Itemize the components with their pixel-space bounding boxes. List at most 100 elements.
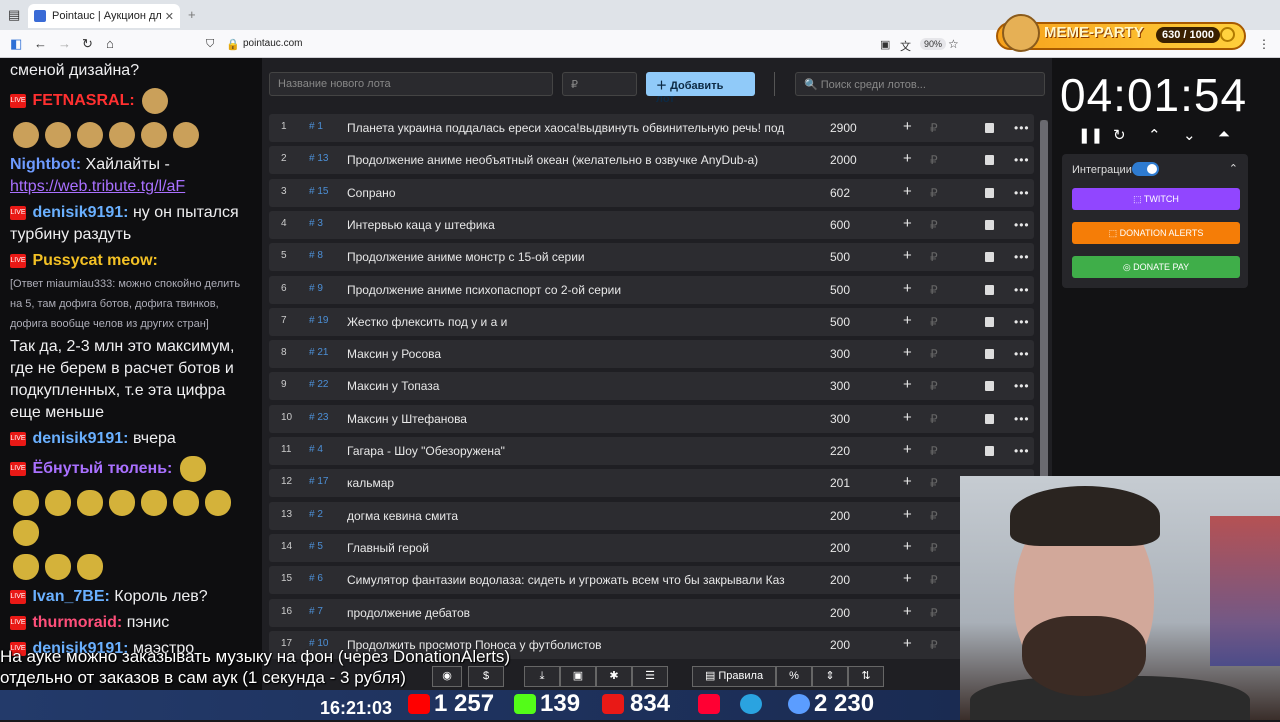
- more-icon[interactable]: •••: [1014, 379, 1030, 393]
- lot-row[interactable]: 1 # 1 Планета украина поддалась ереси хаос…: [269, 114, 1034, 142]
- lot-name[interactable]: продолжение дебатов: [347, 606, 817, 620]
- lot-name[interactable]: Жестко флексить под у и а и: [347, 315, 817, 329]
- lot-amount[interactable]: 2900: [830, 121, 870, 135]
- lot-row[interactable]: 15 # 6 Симулятор фантазии водолаза: сидеть…: [269, 566, 1034, 595]
- lot-name[interactable]: Максин у Топаза: [347, 379, 817, 393]
- lot-amount[interactable]: 201: [830, 476, 870, 490]
- lot-search-input[interactable]: 🔍 Поиск среди лотов...: [795, 72, 1045, 96]
- add-amount-icon[interactable]: +: [903, 183, 912, 200]
- lot-row[interactable]: 8 # 21 Максин у Росова 300 + ₽ •••: [269, 340, 1034, 369]
- forward-icon[interactable]: →: [58, 36, 71, 51]
- add-amount-icon[interactable]: +: [903, 376, 912, 393]
- trash-icon[interactable]: [985, 155, 994, 166]
- new-lot-name-input[interactable]: Название нового лота: [269, 72, 553, 96]
- lot-amount[interactable]: 200: [830, 573, 870, 587]
- donation-alerts-button[interactable]: ⬚ DONATION ALERTS: [1072, 222, 1240, 244]
- more-icon[interactable]: •••: [1014, 315, 1030, 329]
- add-amount-icon[interactable]: +: [903, 118, 912, 135]
- lot-row[interactable]: 7 # 19 Жестко флексить под у и а и 500 + ₽ •••: [269, 307, 1034, 336]
- lot-name[interactable]: Гагара - Шоу "Обезоружена": [347, 444, 817, 458]
- add-amount-icon[interactable]: +: [903, 603, 912, 620]
- lot-rub[interactable]: ₽: [930, 573, 938, 587]
- lot-row[interactable]: 13# 2догма кевина смита200+₽•••: [269, 501, 1034, 530]
- trash-icon[interactable]: [985, 349, 994, 360]
- tab-list-icon[interactable]: ▤: [8, 7, 20, 23]
- lot-row[interactable]: 12# 17кальмар201+₽•••: [269, 469, 1034, 498]
- zoom-level[interactable]: 90%: [920, 38, 947, 50]
- lot-rub[interactable]: ₽: [930, 218, 938, 232]
- lot-rub[interactable]: ₽: [930, 379, 938, 393]
- twitch-button[interactable]: ⬚ TWITCH: [1072, 188, 1240, 210]
- lot-amount[interactable]: 200: [830, 638, 870, 652]
- reload-icon[interactable]: ↻: [82, 36, 93, 52]
- lot-name[interactable]: Планета украина поддалась ереси хаоса!вы…: [347, 121, 817, 135]
- lot-rub[interactable]: ₽: [930, 347, 938, 361]
- lot-amount[interactable]: 200: [830, 541, 870, 555]
- trash-icon[interactable]: [985, 381, 994, 392]
- add-amount-icon[interactable]: +: [903, 247, 912, 264]
- lot-amount[interactable]: 500: [830, 283, 870, 297]
- lot-amount[interactable]: 600: [830, 218, 870, 232]
- add-amount-icon[interactable]: +: [903, 215, 912, 232]
- lot-amount[interactable]: 220: [830, 444, 870, 458]
- add-amount-icon[interactable]: +: [903, 409, 912, 426]
- translate-icon[interactable]: 文: [900, 38, 911, 54]
- address-bar[interactable]: pointauc.com: [243, 38, 302, 49]
- lot-row[interactable]: 5 # 8 Продолжение аниме монстр с 15-ой сер…: [269, 243, 1034, 272]
- trash-icon[interactable]: [985, 219, 994, 230]
- more-icon[interactable]: •••: [1014, 412, 1030, 426]
- lot-rub[interactable]: ₽: [930, 444, 938, 458]
- lot-name[interactable]: Главный герой: [347, 541, 817, 555]
- lot-row[interactable]: 14# 5Главный герой200+₽•••: [269, 533, 1034, 562]
- home-icon[interactable]: ⌂: [106, 36, 114, 51]
- trash-icon[interactable]: [985, 123, 994, 133]
- scrollbar-thumb[interactable]: [1040, 120, 1048, 480]
- percent-button[interactable]: %: [776, 666, 812, 687]
- lot-name[interactable]: Продолжение аниме необъятный океан (жела…: [347, 153, 817, 167]
- lot-rub[interactable]: ₽: [930, 606, 938, 620]
- collapse-chevron-icon[interactable]: ⌃: [1229, 162, 1238, 175]
- bug-icon[interactable]: ✱: [596, 666, 632, 687]
- lot-rub[interactable]: ₽: [930, 250, 938, 264]
- sort-icon[interactable]: ⇅: [848, 666, 884, 687]
- trash-icon[interactable]: [985, 187, 994, 198]
- lot-rub[interactable]: ₽: [930, 412, 938, 426]
- bookmark-star-icon[interactable]: ☆: [948, 37, 959, 51]
- lot-amount[interactable]: 200: [830, 509, 870, 523]
- add-amount-icon[interactable]: +: [903, 280, 912, 297]
- lot-amount[interactable]: 602: [830, 186, 870, 200]
- chat-link[interactable]: https://web.tribute.tg/l/aF: [10, 178, 185, 195]
- lot-rub[interactable]: ₽: [930, 315, 938, 329]
- lot-amount[interactable]: 500: [830, 315, 870, 329]
- lot-name[interactable]: кальмар: [347, 476, 817, 490]
- more-icon[interactable]: •••: [1014, 283, 1030, 297]
- new-lot-amount-input[interactable]: ₽: [562, 72, 637, 96]
- lot-name[interactable]: догма кевина смита: [347, 509, 817, 523]
- back-icon[interactable]: ←: [34, 36, 47, 51]
- lot-amount[interactable]: 300: [830, 379, 870, 393]
- more-icon[interactable]: •••: [1014, 186, 1030, 200]
- more-icon[interactable]: •••: [1014, 250, 1030, 264]
- download-icon[interactable]: ⤓: [524, 666, 560, 687]
- reader-icon[interactable]: ▣: [880, 38, 890, 51]
- trash-icon[interactable]: [985, 316, 994, 327]
- list-icon[interactable]: ☰: [632, 666, 668, 687]
- lot-row[interactable]: 3 # 15 Сопрано 602 + ₽ •••: [269, 178, 1034, 207]
- lot-rub[interactable]: ₽: [930, 638, 938, 652]
- tab-close-icon[interactable]: ✕: [165, 10, 174, 23]
- add-amount-icon[interactable]: +: [903, 570, 912, 587]
- donate-pay-button[interactable]: ◎ DONATE PAY: [1072, 256, 1240, 278]
- chevron-up-icon[interactable]: ⌃: [1148, 126, 1161, 144]
- menu-icon[interactable]: ⋮: [1258, 37, 1270, 51]
- lot-name[interactable]: Максин у Штефанова: [347, 412, 817, 426]
- lot-rub[interactable]: ₽: [930, 153, 938, 167]
- more-icon[interactable]: •••: [1014, 444, 1030, 458]
- shield-icon[interactable]: ⛉: [206, 38, 214, 51]
- lot-rub[interactable]: ₽: [930, 541, 938, 555]
- add-amount-icon[interactable]: +: [903, 506, 912, 523]
- lot-amount[interactable]: 200: [830, 606, 870, 620]
- add-lot-button[interactable]: ＋ Добавить лот: [646, 72, 755, 105]
- trash-icon[interactable]: [985, 284, 994, 295]
- lot-name[interactable]: Продолжение аниме монстр с 15-ой серии: [347, 250, 817, 264]
- lot-row[interactable]: 9 # 22 Максин у Топаза 300 + ₽ •••: [269, 372, 1034, 401]
